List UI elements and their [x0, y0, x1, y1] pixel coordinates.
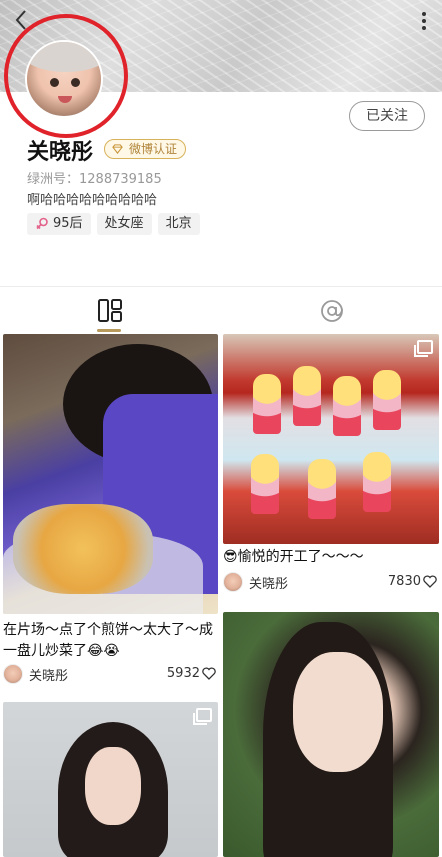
oasis-id-label: 绿洲号：: [27, 172, 80, 187]
post-image[interactable]: [3, 334, 218, 614]
post-caption[interactable]: 😎愉悦的开工了～～～: [223, 547, 439, 568]
active-tab-indicator: [97, 329, 121, 332]
feed-card[interactable]: 😎愉悦的开工了～～～ 关晓彤 7830: [223, 334, 439, 594]
like-count-value: 5932: [166, 666, 200, 681]
diamond-icon: [112, 144, 123, 154]
post-image[interactable]: [223, 334, 439, 544]
like-count[interactable]: 7830: [388, 574, 437, 589]
tag-city[interactable]: 北京: [157, 213, 200, 235]
at-mention-tab-icon[interactable]: [312, 296, 352, 326]
post-image[interactable]: [223, 612, 439, 857]
verify-badge: 微博认证: [104, 139, 187, 159]
feed-card[interactable]: [3, 702, 218, 857]
post-author[interactable]: 关晓彤: [223, 572, 288, 592]
following-button[interactable]: 已关注: [349, 101, 425, 131]
heart-icon: [202, 667, 216, 680]
tag-age[interactable]: 95后: [27, 213, 91, 235]
profile-name: 关晓彤: [27, 140, 94, 165]
post-author[interactable]: 关晓彤: [3, 664, 68, 684]
feed-card[interactable]: [223, 612, 439, 857]
author-avatar: [3, 664, 23, 684]
oasis-id: 绿洲号：1288739185: [27, 168, 162, 187]
author-name: 关晓彤: [249, 576, 289, 592]
post-image[interactable]: [3, 702, 218, 857]
multi-image-icon: [414, 340, 433, 357]
profile-tags: 95后 处女座 北京: [27, 213, 200, 235]
author-name: 关晓彤: [29, 668, 69, 684]
like-count-value: 7830: [387, 574, 421, 589]
author-avatar: [223, 572, 243, 592]
post-caption[interactable]: 在片场～点了个煎饼～太大了～成一盘儿炒菜了😂😭: [3, 620, 218, 662]
heart-icon: [423, 575, 437, 588]
bio: 啊哈哈哈哈哈哈哈哈哈: [27, 193, 158, 208]
feed-card[interactable]: 在片场～点了个煎饼～太大了～成一盘儿炒菜了😂😭 关晓彤 5932: [3, 334, 218, 690]
tag-zodiac[interactable]: 处女座: [96, 213, 152, 235]
avatar[interactable]: [25, 40, 103, 118]
tag-age-label: 95后: [53, 216, 83, 231]
tag-city-label: 北京: [165, 216, 192, 231]
tag-zodiac-label: 处女座: [104, 216, 144, 231]
multi-image-icon: [193, 708, 212, 725]
verify-badge-label: 微博认证: [129, 142, 178, 156]
section-divider: [0, 286, 442, 287]
like-count[interactable]: 5932: [167, 666, 216, 681]
female-icon: [36, 217, 48, 230]
more-options-icon[interactable]: [420, 12, 428, 32]
oasis-id-value: 1288739185: [79, 172, 162, 187]
grid-tab-icon[interactable]: [90, 296, 130, 326]
